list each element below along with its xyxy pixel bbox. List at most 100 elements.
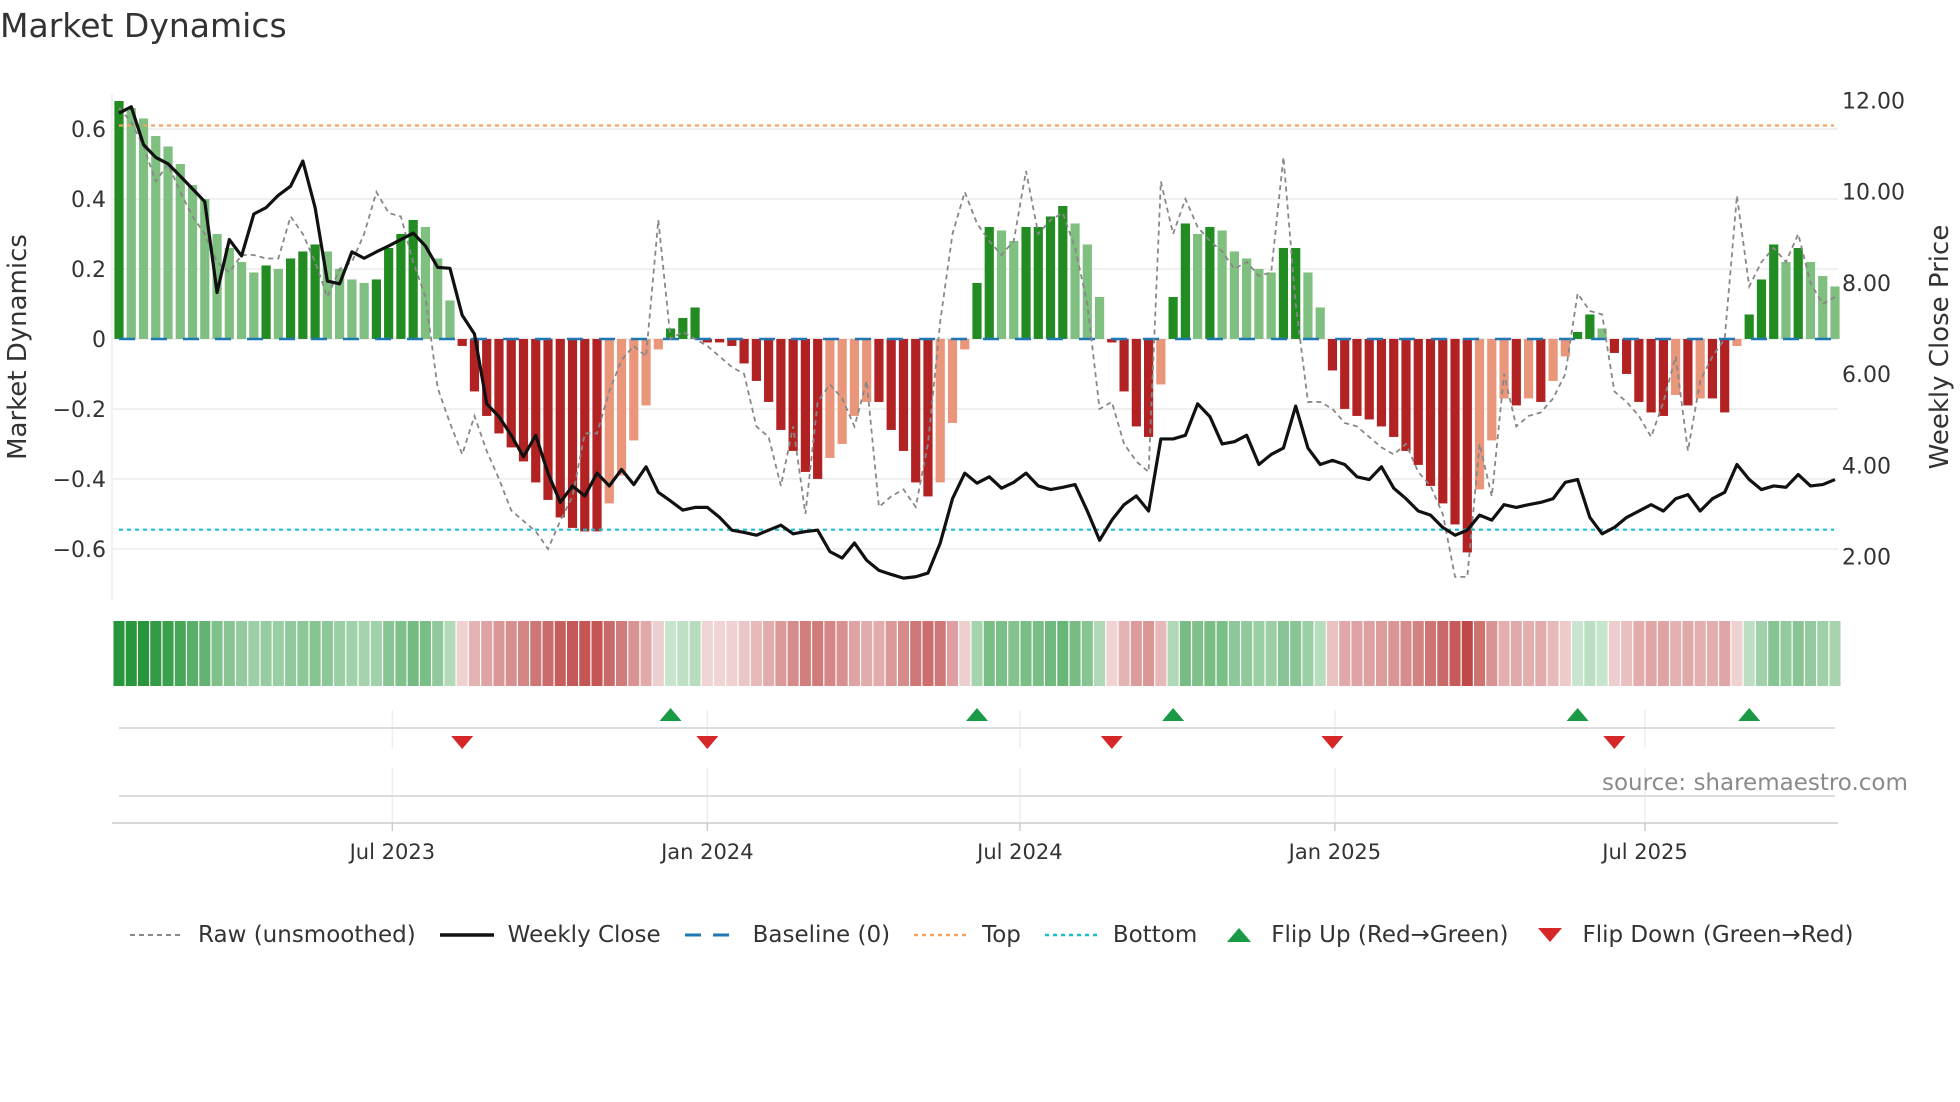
dynamics-bar (1021, 226, 1031, 339)
heat-cell (1081, 621, 1093, 686)
dynamics-bar (1511, 338, 1521, 406)
heat-cell (812, 621, 824, 686)
dynamics-bar (114, 100, 124, 339)
dynamics-bar (739, 338, 749, 364)
legend-label: Top (982, 922, 1021, 948)
dynamics-bar (678, 317, 688, 339)
heat-cell (983, 621, 995, 686)
dynamics-bar (163, 146, 173, 339)
flip-down-marker (1321, 736, 1344, 749)
heat-cell (1510, 621, 1522, 686)
dynamics-bar (298, 251, 308, 339)
dynamics-bar (1756, 279, 1767, 339)
dynamics-bar (1327, 338, 1338, 371)
dynamics-bar (715, 338, 725, 343)
dynamics-bar (1634, 338, 1644, 402)
dynamics-bar (151, 135, 161, 339)
heat-cell (187, 621, 199, 686)
heat-cell (1523, 621, 1535, 686)
dynamics-bar (175, 163, 185, 339)
heat-cell (358, 621, 370, 686)
heat-cell (934, 621, 946, 686)
legend-label: Raw (unsmoothed) (198, 922, 416, 948)
dynamics-bar (813, 338, 823, 479)
dynamics-bar (1168, 296, 1178, 339)
dynamics-bar (1364, 338, 1374, 420)
heat-cell (640, 621, 652, 686)
heat-cell (517, 621, 530, 686)
heat-cell (1584, 621, 1596, 686)
heat-cell (1768, 621, 1780, 686)
heat-cell (1143, 621, 1155, 686)
dynamics-bar (1707, 338, 1718, 399)
heat-cell (1792, 621, 1804, 686)
dynamics-bar (1523, 338, 1534, 399)
dynamics-bar (249, 272, 259, 339)
heat-cell (1094, 621, 1106, 686)
heat-cell (199, 621, 211, 686)
dynamics-bar (886, 338, 896, 430)
y-tick-label: 0.6 (71, 118, 106, 143)
heat-cell (971, 621, 983, 686)
y-axis-label: Market Dynamics (3, 234, 33, 460)
dynamics-bar (457, 338, 467, 346)
y2-tick-label: 2.00 (1842, 546, 1891, 571)
dynamics-bar (825, 338, 835, 458)
heat-cell (162, 621, 174, 686)
heat-cell (787, 621, 799, 686)
heat-cell (1449, 621, 1461, 686)
heat-cell (995, 621, 1008, 686)
heat-cell (652, 621, 664, 686)
dynamics-bar (1462, 338, 1472, 553)
heat-cell (456, 621, 468, 686)
dynamics-bar (984, 226, 994, 339)
y-tick-label: 0.4 (71, 188, 106, 213)
heat-cell (407, 621, 419, 686)
heat-cell (530, 621, 542, 686)
heat-cell (542, 621, 554, 686)
heat-cell (1608, 621, 1620, 686)
dynamics-bar (972, 282, 982, 339)
dynamics-bar (616, 338, 627, 476)
y-tick-label: 0 (92, 328, 106, 353)
heat-cell (346, 621, 358, 686)
dynamics-bar (1217, 230, 1227, 339)
heat-cell (799, 621, 811, 686)
heat-cell (1155, 621, 1167, 686)
flip-down-marker (1100, 736, 1123, 749)
heat-cell (1363, 621, 1375, 686)
dynamics-bar (1818, 275, 1828, 339)
heat-cell (1032, 621, 1044, 686)
heat-cell (579, 621, 591, 686)
x-tick-label: Jul 2023 (348, 840, 435, 864)
dynamics-bar (629, 338, 639, 441)
heat-cell (1657, 621, 1669, 686)
dynamics-bar (1352, 338, 1362, 416)
y2-tick-label: 8.00 (1842, 272, 1891, 297)
heat-cell (1314, 621, 1326, 686)
dynamics-bar (874, 338, 884, 402)
heat-cell (248, 621, 260, 686)
heat-cell (211, 621, 223, 686)
raw-line (118, 107, 1836, 578)
dynamics-bar (1131, 338, 1141, 427)
heat-cell (1400, 621, 1412, 686)
legend-label: Weekly Close (507, 922, 661, 948)
dynamics-bar (261, 265, 271, 339)
dynamics-bar (138, 118, 149, 339)
raw-line-icon (130, 934, 184, 936)
heat-cell (566, 621, 579, 686)
dynamics-bar (911, 338, 921, 483)
heat-cell (334, 621, 346, 686)
heat-cell (848, 621, 860, 686)
heat-cell (1424, 621, 1437, 686)
x-tick-label: Jul 2024 (975, 840, 1062, 864)
bottom-line-icon (1044, 933, 1099, 937)
legend-flip-down: Flip Down (Green→Red) (1530, 922, 1853, 948)
heat-cell (1706, 621, 1718, 686)
y2-tick-label: 6.00 (1842, 363, 1891, 388)
heat-cell (150, 621, 162, 686)
dynamics-bar (531, 338, 541, 483)
heat-cell (1817, 621, 1829, 686)
dynamics-bar (996, 230, 1007, 339)
